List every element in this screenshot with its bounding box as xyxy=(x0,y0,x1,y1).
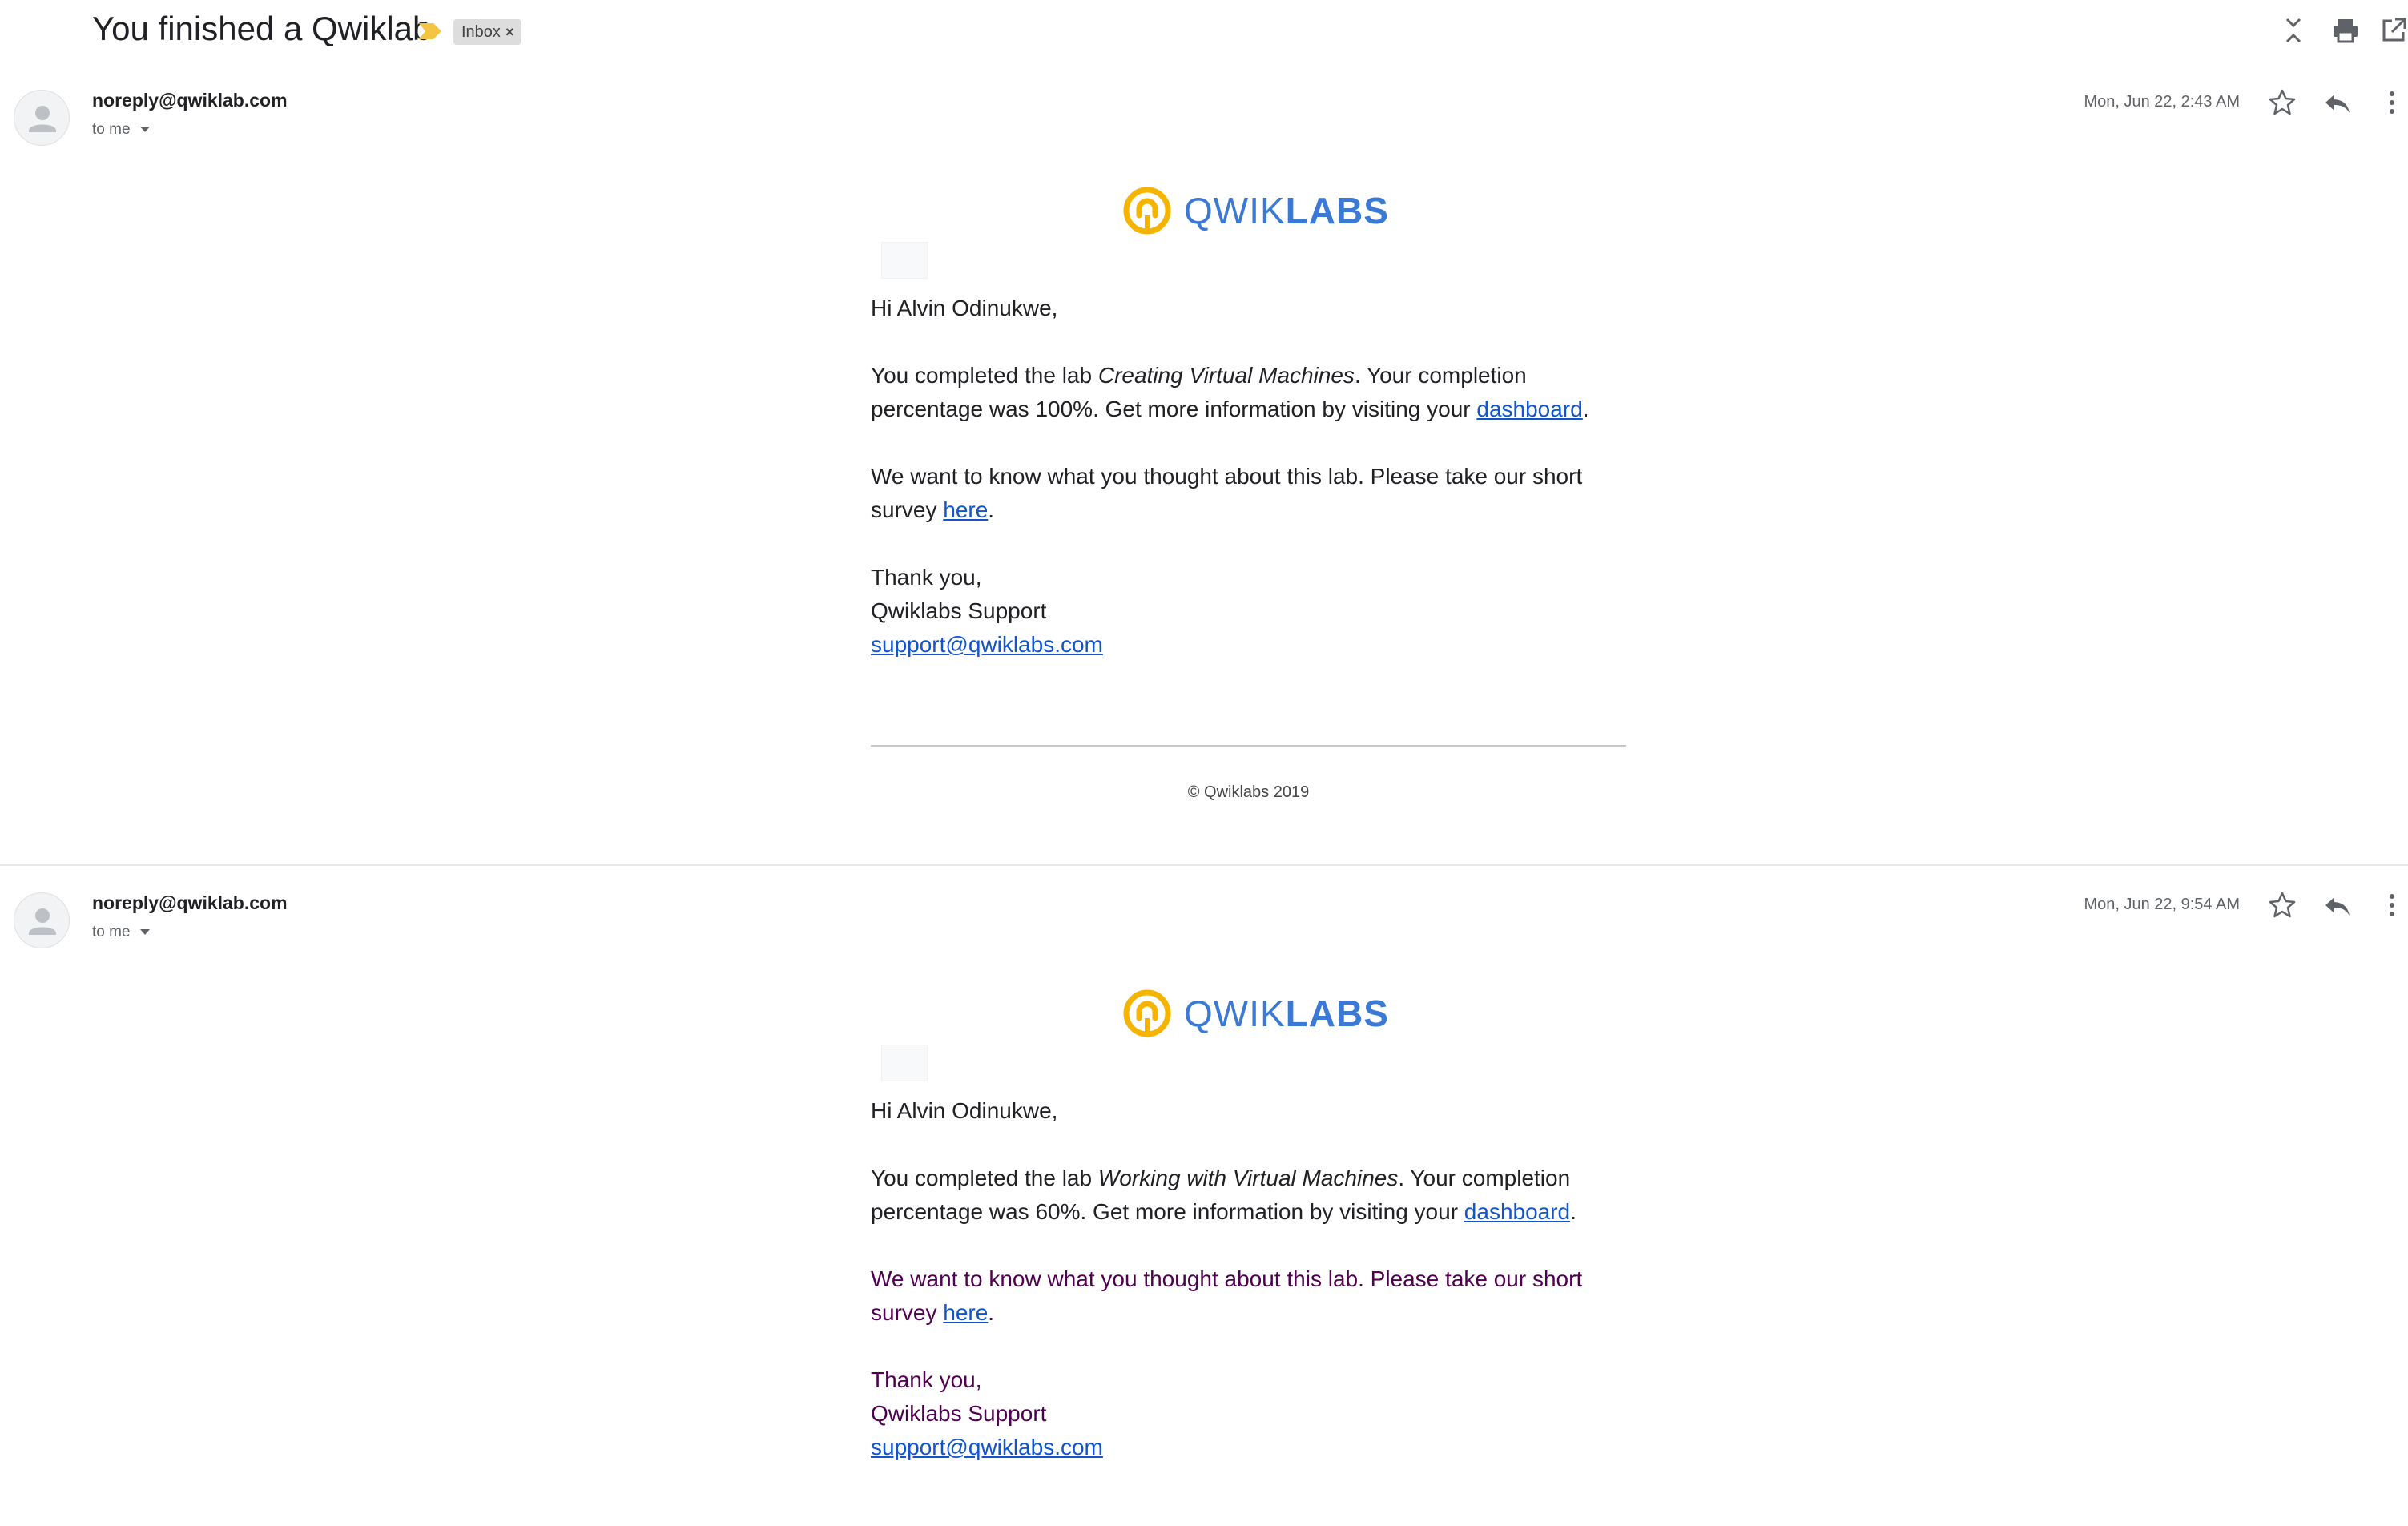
avatar xyxy=(14,90,70,146)
subject-bar: You finished a Qwiklab Inbox × xyxy=(0,0,2408,62)
email-message: noreply@qwiklab.com to me Mon, Jun 22, 9… xyxy=(0,865,2408,1526)
person-icon xyxy=(29,106,56,132)
label-chip-text: Inbox xyxy=(461,23,501,41)
survey-paragraph: We want to know what you thought about t… xyxy=(871,464,1583,522)
qwiklabs-logo-icon xyxy=(1123,187,1171,235)
chevron-down-icon[interactable] xyxy=(139,127,150,133)
broken-image-placeholder xyxy=(881,242,928,279)
survey-paragraph: We want to know what you thought about t… xyxy=(871,1266,1583,1325)
recipient-details[interactable]: to me xyxy=(92,121,150,139)
message-date: Mon, Jun 22, 2:43 AM xyxy=(2084,93,2240,111)
recipient-details[interactable]: to me xyxy=(92,924,150,941)
reply-icon[interactable] xyxy=(2321,889,2354,921)
copyright-text: © Qwiklabs 2019 xyxy=(1187,783,1310,801)
recipient-label: to me xyxy=(92,924,131,940)
open-in-new-window-icon[interactable] xyxy=(2378,14,2408,46)
support-email-link[interactable]: support@qwiklabs.com xyxy=(871,632,1103,657)
sender-email: noreply@qwiklab.com xyxy=(92,892,288,913)
chevron-down-icon[interactable] xyxy=(139,929,150,936)
lab-name: Working with Virtual Machines xyxy=(1097,1166,1399,1190)
signoff: Thank you, xyxy=(871,1367,982,1392)
signoff: Thank you, xyxy=(871,565,982,590)
signature-name: Qwiklabs Support xyxy=(871,1401,1047,1426)
logo-wordmark: QWIKLABS xyxy=(1184,190,1389,232)
logo-wordmark: QWIKLABS xyxy=(1184,993,1389,1034)
dashboard-link[interactable]: dashboard xyxy=(1476,397,1582,421)
star-icon[interactable] xyxy=(2266,889,2298,921)
broken-image-placeholder xyxy=(881,1045,928,1081)
support-email-link[interactable]: support@qwiklabs.com xyxy=(871,1435,1103,1460)
message-date: Mon, Jun 22, 9:54 AM xyxy=(2084,896,2240,913)
reply-icon[interactable] xyxy=(2321,87,2354,119)
greeting: Hi Alvin Odinukwe, xyxy=(871,1098,1058,1123)
sender-email: noreply@qwiklab.com xyxy=(92,90,288,111)
remove-label-icon[interactable]: × xyxy=(505,24,514,40)
star-icon[interactable] xyxy=(2266,87,2298,119)
avatar xyxy=(14,892,70,948)
qwiklabs-logo: QWIKLABS xyxy=(1121,183,1389,239)
more-options-icon[interactable] xyxy=(2376,889,2408,921)
signature-block: Thank you, Qwiklabs Support support@qwik… xyxy=(871,561,1640,662)
email-message: noreply@qwiklab.com to me Mon, Jun 22, 2… xyxy=(0,62,2408,865)
label-chip-inbox[interactable]: Inbox × xyxy=(453,19,522,45)
lab-name: Creating Virtual Machines xyxy=(1097,363,1355,388)
importance-marker-icon[interactable] xyxy=(417,22,443,41)
greeting: Hi Alvin Odinukwe, xyxy=(871,296,1058,320)
more-options-icon[interactable] xyxy=(2376,87,2408,119)
email-subject: You finished a Qwiklab xyxy=(92,10,432,47)
survey-link[interactable]: here xyxy=(943,1300,988,1325)
dashboard-link[interactable]: dashboard xyxy=(1464,1199,1570,1224)
signature-block: Thank you, Qwiklabs Support support@qwik… xyxy=(871,1363,1640,1464)
qwiklabs-logo-icon xyxy=(1123,989,1171,1037)
recipient-label: to me xyxy=(92,121,131,138)
survey-link[interactable]: here xyxy=(943,497,988,522)
footer-divider xyxy=(871,745,1626,747)
completion-paragraph: You completed the lab Working with Virtu… xyxy=(871,1166,1576,1224)
qwiklabs-logo: QWIKLABS xyxy=(1121,985,1389,1041)
completion-paragraph: You completed the lab Creating Virtual M… xyxy=(871,363,1589,421)
signature-name: Qwiklabs Support xyxy=(871,598,1047,623)
person-icon xyxy=(29,908,56,935)
print-icon[interactable] xyxy=(2329,14,2362,46)
collapse-all-icon[interactable] xyxy=(2277,14,2309,46)
